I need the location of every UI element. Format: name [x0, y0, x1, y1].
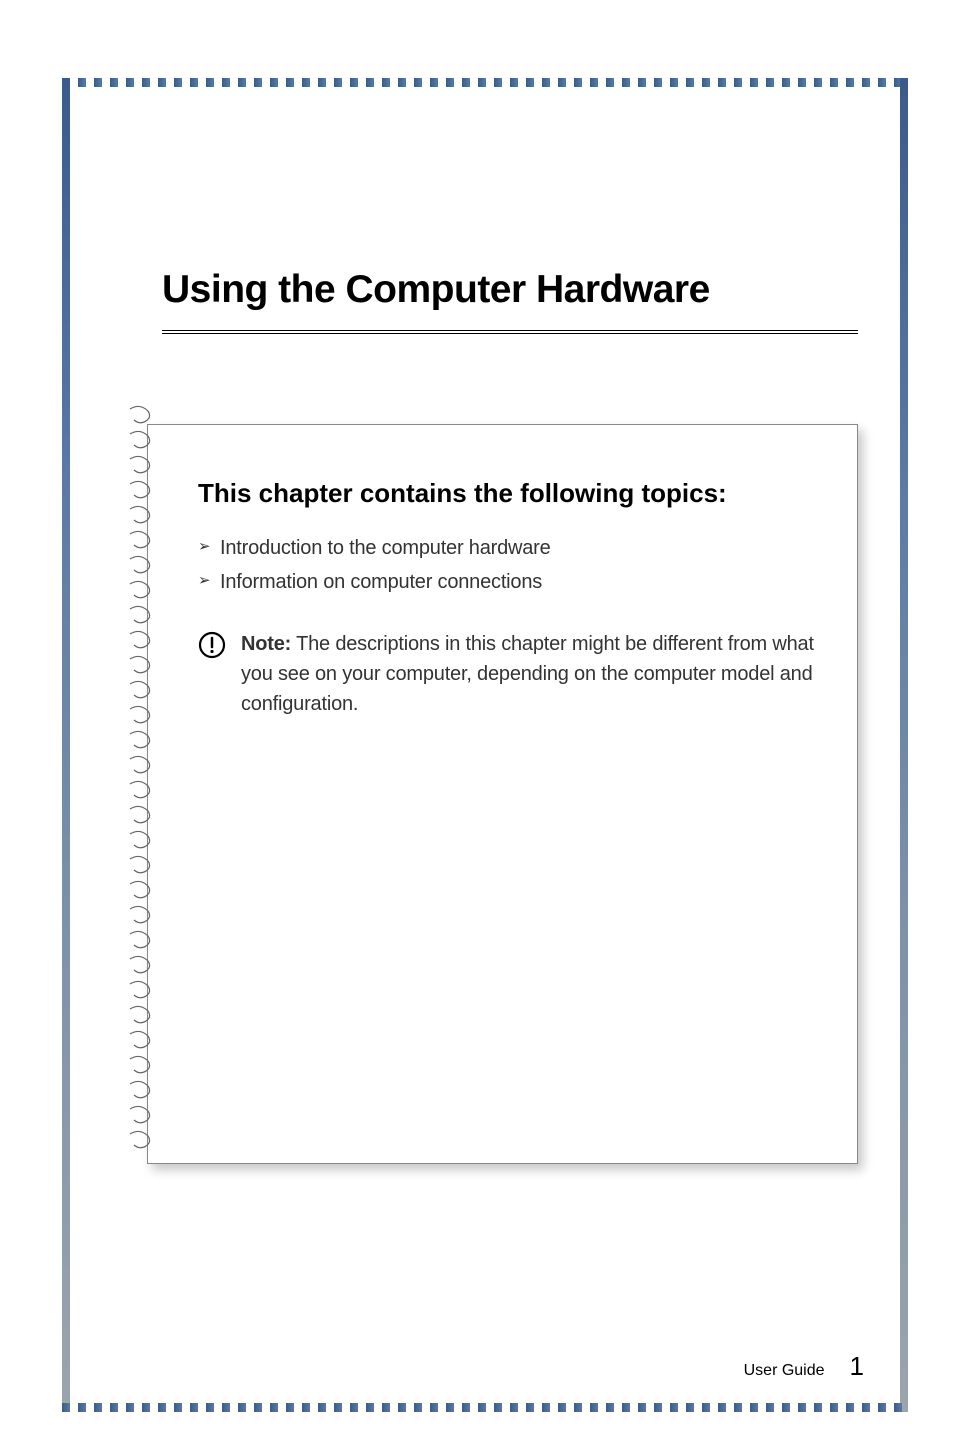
- footer-label: User Guide: [744, 1362, 825, 1380]
- decorative-border-left: [62, 78, 70, 1412]
- chapter-title: Using the Computer Hardware: [162, 268, 858, 312]
- note-section: Note: The descriptions in this chapter m…: [198, 629, 817, 719]
- chapter-summary-box: This chapter contains the following topi…: [147, 424, 858, 1164]
- page-wrapper: Using the Computer Hardware: [0, 0, 954, 1452]
- page-footer: User Guide 1: [744, 1351, 864, 1382]
- decorative-border-right: [900, 78, 908, 1412]
- topic-item: Information on computer connections: [198, 565, 817, 599]
- note-body: The descriptions in this chapter might b…: [241, 633, 814, 715]
- topic-list: Introduction to the computer hardware In…: [198, 531, 817, 599]
- note-text: Note: The descriptions in this chapter m…: [241, 629, 817, 719]
- spiral-binding-decoration: [126, 405, 166, 1168]
- note-label: Note:: [241, 633, 291, 655]
- decorative-border-top: [62, 78, 908, 87]
- content-area: Using the Computer Hardware: [72, 88, 898, 1402]
- attention-icon: [198, 631, 226, 659]
- title-underline: [162, 330, 858, 334]
- page-number: 1: [850, 1351, 864, 1382]
- section-heading: This chapter contains the following topi…: [198, 475, 817, 511]
- topic-item: Introduction to the computer hardware: [198, 531, 817, 565]
- decorative-border-bottom: [62, 1403, 908, 1412]
